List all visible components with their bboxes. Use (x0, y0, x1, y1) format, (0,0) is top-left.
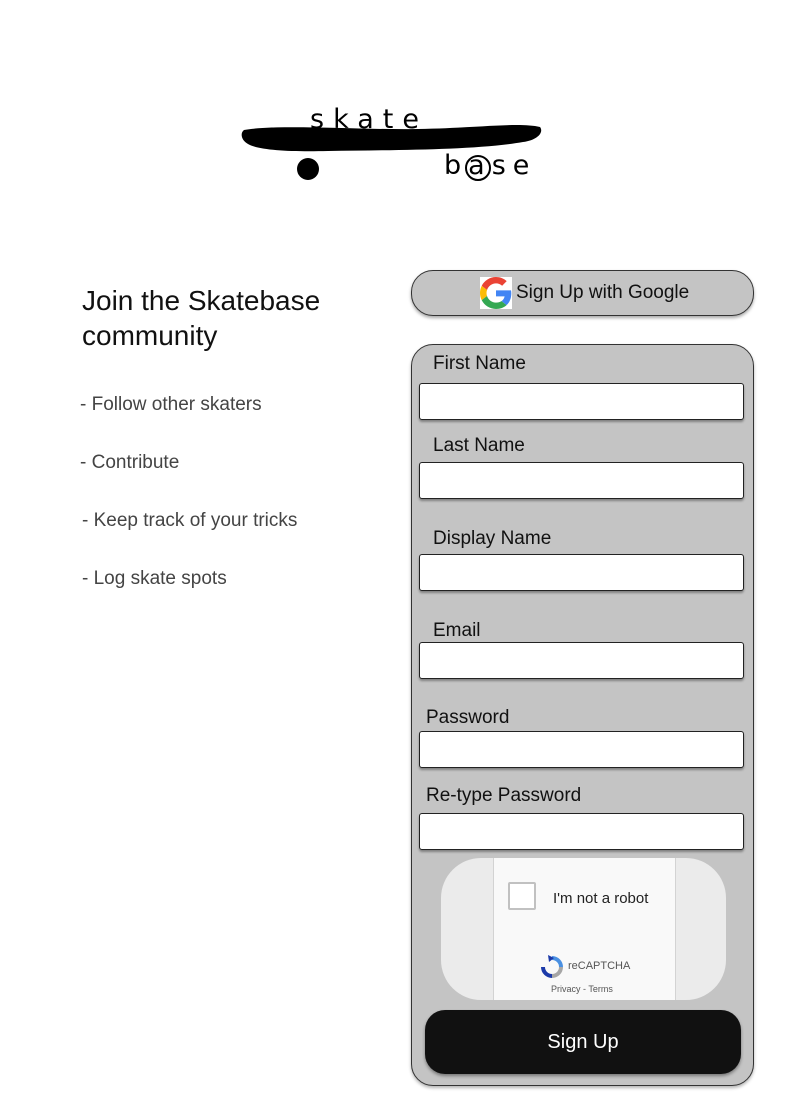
google-g-icon (480, 277, 512, 309)
feature-item: - Follow other skaters (80, 394, 262, 415)
recaptcha-widget: I'm not a robot reCAPTCHA Privacy - Term… (441, 858, 726, 1000)
recaptcha-icon (541, 955, 563, 978)
logo-text-top: skate (310, 104, 428, 135)
last-name-field[interactable] (419, 462, 744, 499)
retype-password-label: Re-type Password (426, 785, 582, 806)
recaptcha-terms-link[interactable]: Terms (588, 984, 613, 994)
recaptcha-links: Privacy - Terms (551, 984, 613, 994)
password-label: Password (426, 707, 510, 728)
skatebase-logo: skate ba se (238, 100, 548, 190)
recaptcha-brand: reCAPTCHA (568, 960, 631, 972)
feature-item: - Keep track of your tricks (82, 510, 298, 531)
feature-item: - Log skate spots (82, 568, 227, 589)
signup-form: First Name Last Name Display Name Email … (411, 344, 754, 1086)
recaptcha-checkbox[interactable] (508, 882, 536, 910)
last-name-label: Last Name (433, 435, 525, 456)
page-heading: Join the Skatebase community (82, 285, 321, 351)
first-name-field[interactable] (419, 383, 744, 420)
password-field[interactable] (419, 731, 744, 768)
display-name-field[interactable] (419, 554, 744, 591)
retype-password-field[interactable] (419, 813, 744, 850)
feature-item: - Contribute (80, 452, 180, 473)
display-name-label: Display Name (433, 528, 552, 549)
recaptcha-privacy-link[interactable]: Privacy (551, 984, 581, 994)
first-name-label: First Name (433, 353, 526, 374)
google-signup-button[interactable]: Sign Up with Google (411, 270, 754, 316)
recaptcha-box: I'm not a robot reCAPTCHA Privacy - Term… (493, 858, 676, 1000)
logo-text-bottom: ba se (444, 150, 537, 181)
sign-up-button[interactable]: Sign Up (425, 1010, 741, 1074)
email-field[interactable] (419, 642, 744, 679)
google-signup-label: Sign Up with Google (516, 282, 690, 303)
email-label: Email (433, 620, 481, 641)
recaptcha-label: I'm not a robot (553, 890, 649, 907)
